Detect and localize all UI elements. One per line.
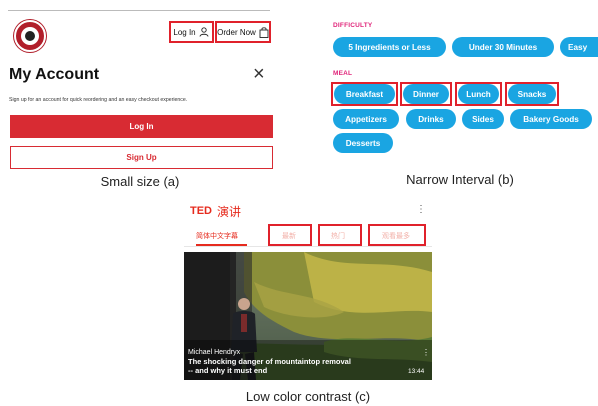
- login-button[interactable]: Log In: [10, 115, 273, 138]
- close-icon[interactable]: ×: [253, 64, 265, 84]
- caption-a: Small size (a): [100, 174, 180, 189]
- more-menu-icon[interactable]: ⋮: [416, 204, 426, 215]
- pill-drinks[interactable]: Drinks: [406, 109, 456, 129]
- ted-logo[interactable]: TED: [190, 205, 212, 217]
- video-duration: 13:44: [408, 368, 425, 375]
- ted-logo-subtitle: 演讲: [217, 205, 242, 219]
- pill-bakery-goods[interactable]: Bakery Goods: [510, 109, 592, 129]
- video-speaker: Michael Hendryx: [188, 349, 241, 356]
- page-title: My Account: [9, 66, 100, 83]
- header-divider: [8, 10, 270, 11]
- caption-b: Narrow Interval (b): [406, 172, 514, 187]
- video-title-line2: -- and why it must end: [188, 366, 268, 375]
- pill-5-ingredients[interactable]: 5 Ingredients or Less: [333, 37, 446, 57]
- video-title-line1: The shocking danger of mountaintop remov…: [188, 357, 351, 366]
- video-menu-icon[interactable]: ⋮: [422, 348, 430, 357]
- highlight-dinner: [400, 82, 452, 106]
- highlight-tab-popular: [318, 224, 362, 246]
- difficulty-label: DIFFICULTY: [333, 22, 373, 29]
- highlight-order-now: [215, 21, 271, 43]
- pill-desserts[interactable]: Desserts: [333, 133, 393, 153]
- highlight-lunch: [455, 82, 502, 106]
- panera-logo-icon[interactable]: [14, 20, 46, 52]
- highlight-tab-most-viewed: [368, 224, 426, 246]
- signup-button[interactable]: Sign Up: [10, 146, 273, 169]
- pill-easy[interactable]: Easy: [560, 37, 598, 57]
- video-thumbnail[interactable]: Michael Hendryx The shocking danger of m…: [184, 252, 432, 380]
- pill-sides[interactable]: Sides: [462, 109, 504, 129]
- meal-label: MEAL: [333, 70, 353, 77]
- pill-appetizers[interactable]: Appetizers: [333, 109, 399, 129]
- caption-c: Low color contrast (c): [245, 389, 371, 404]
- account-description: Sign up for an account for quick reorder…: [9, 97, 188, 103]
- pill-under-30[interactable]: Under 30 Minutes: [452, 37, 554, 57]
- tab-chinese-subtitles[interactable]: 简体中文字幕: [196, 231, 238, 241]
- highlight-breakfast: [331, 82, 398, 106]
- panel-small-size: Log In Order Now My Account × Sign up fo…: [0, 0, 290, 195]
- video-title[interactable]: The shocking danger of mountaintop remov…: [188, 357, 351, 375]
- highlight-login: [169, 21, 214, 43]
- tabs-divider: [184, 246, 432, 247]
- highlight-tab-latest: [268, 224, 312, 246]
- highlight-snacks: [505, 82, 559, 106]
